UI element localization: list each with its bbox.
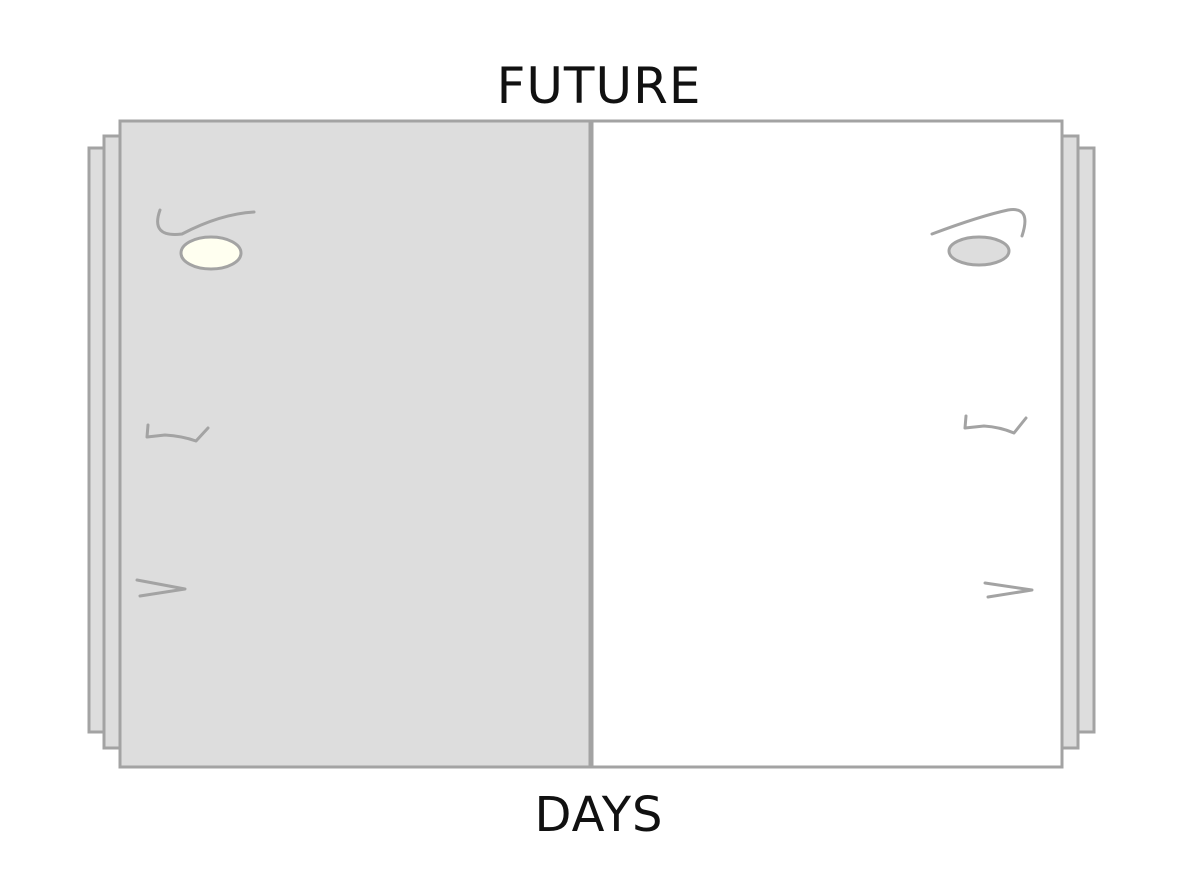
left-eye-lit bbox=[179, 235, 243, 271]
book-diagram bbox=[87, 119, 1096, 769]
diagram-caption: DAYS bbox=[534, 787, 664, 843]
right-eye-dim bbox=[947, 235, 1011, 267]
diagram-title: FUTURE bbox=[496, 57, 702, 115]
left-page bbox=[118, 119, 593, 769]
right-page bbox=[589, 119, 1064, 769]
